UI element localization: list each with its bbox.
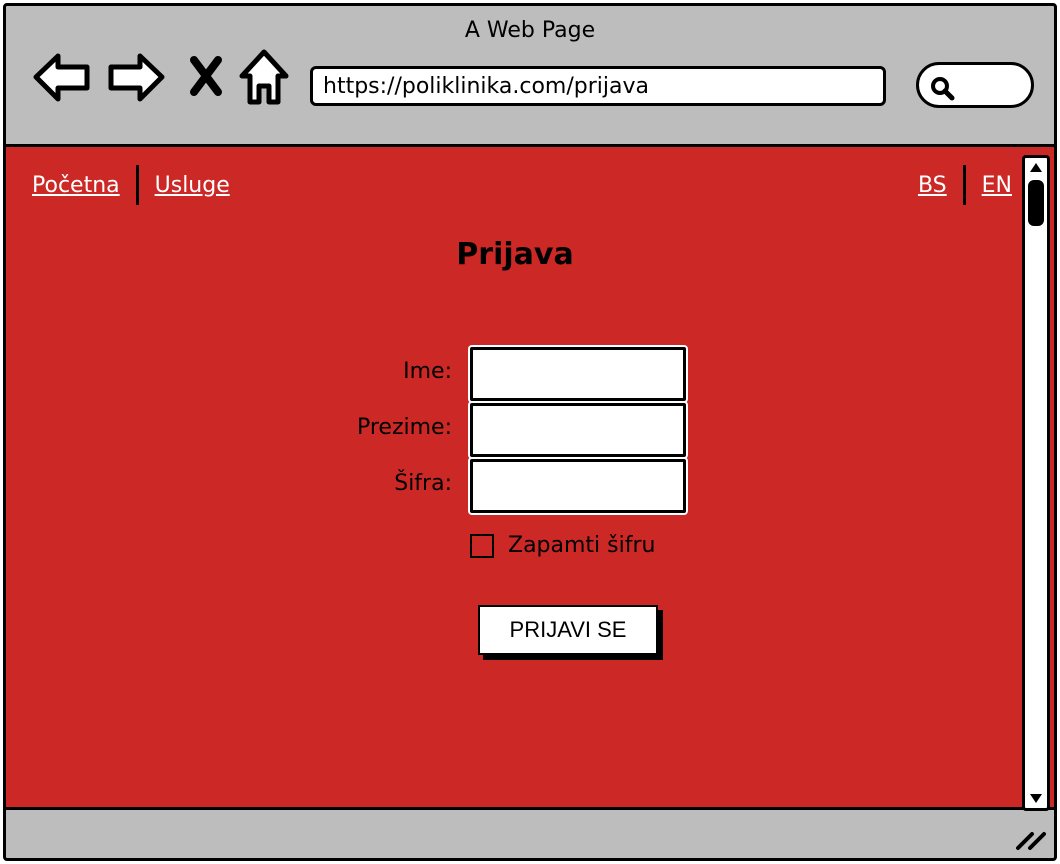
scroll-down-arrow-icon[interactable]: [1028, 792, 1044, 806]
form-row-ime: Ime:: [306, 347, 696, 401]
prezime-input[interactable]: [470, 403, 686, 457]
scroll-thumb[interactable]: [1028, 180, 1044, 226]
main-nav: Početna Usluge: [32, 163, 230, 207]
page-title: Prijava: [456, 237, 574, 272]
form-row-sifra: Šifra:: [306, 459, 696, 513]
login-button[interactable]: PRIJAVI SE: [478, 605, 658, 655]
back-arrow-icon: [33, 53, 90, 102]
nav-link-usluge[interactable]: Usluge: [155, 173, 230, 198]
ime-input[interactable]: [470, 347, 686, 401]
browser-search-box[interactable]: [916, 62, 1034, 108]
home-button[interactable]: [238, 48, 290, 110]
page-viewport: Početna Usluge BS EN Prijava Ime: Prezim…: [6, 144, 1054, 811]
prezime-label: Prezime:: [356, 415, 452, 440]
stop-button[interactable]: [186, 48, 226, 106]
browser-window: A Web Page https://poliklinika.com/prija…: [3, 3, 1057, 861]
forward-arrow-icon: [108, 53, 165, 102]
lang-link-bs[interactable]: BS: [918, 173, 947, 198]
nav-divider: [135, 165, 139, 205]
remember-checkbox[interactable]: [470, 533, 494, 558]
resize-grip-icon[interactable]: [1014, 822, 1048, 852]
lang-divider: [962, 165, 966, 205]
remember-password[interactable]: Zapamti šifru: [470, 533, 655, 558]
address-bar[interactable]: https://poliklinika.com/prijava: [310, 66, 886, 106]
stop-icon: [190, 56, 222, 96]
language-switcher: BS EN: [918, 163, 1012, 207]
forward-button[interactable]: [106, 48, 166, 106]
form-row-prezime: Prezime:: [306, 403, 696, 457]
remember-label: Zapamti šifru: [508, 533, 656, 558]
vertical-scrollbar[interactable]: [1022, 155, 1050, 811]
search-icon: [931, 77, 955, 101]
ime-label: Ime:: [403, 359, 452, 384]
sifra-input[interactable]: [470, 459, 686, 513]
sifra-label: Šifra:: [394, 471, 452, 496]
back-button[interactable]: [32, 48, 92, 106]
window-title: A Web Page: [464, 18, 596, 43]
home-icon: [239, 49, 289, 105]
lang-link-en[interactable]: EN: [982, 173, 1012, 198]
scroll-up-arrow-icon[interactable]: [1028, 160, 1044, 174]
nav-link-pocetna[interactable]: Početna: [32, 173, 120, 198]
